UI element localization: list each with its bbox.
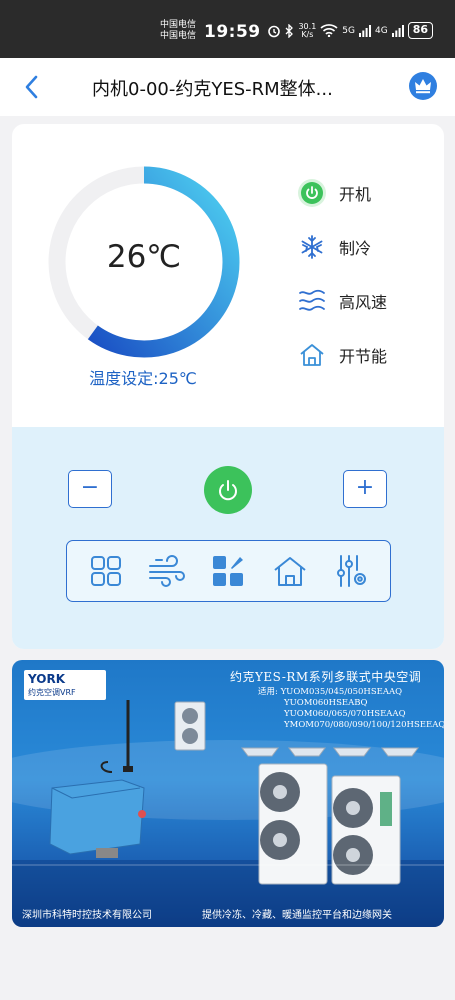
status-mode-label: 制冷	[339, 239, 372, 258]
back-button[interactable]	[22, 73, 42, 105]
chevron-left-icon	[25, 75, 38, 99]
banner-model-line: YUOM060HSEABQ	[284, 698, 368, 708]
net-speed: 30.1 K/s	[298, 22, 316, 39]
wifi-icon	[320, 24, 338, 37]
banner-company: 深圳市科特时控技术有限公司	[22, 910, 152, 921]
mode-button-home[interactable]	[270, 551, 310, 591]
signal-bars-icon-2	[391, 24, 404, 37]
wind-waves-icon	[297, 286, 327, 316]
status-bar: 中国电信 中国电信 19:59 30.1 K/s 5G 4G 86	[0, 0, 455, 58]
york-logo-name: YORK	[28, 672, 66, 686]
power-icon	[297, 178, 327, 208]
control-card: 26℃ 温度设定:25℃ 开机 制冷 高风速 开节能 − +	[12, 124, 444, 649]
promo-banner[interactable]: YORK 约克空调VRF 约克YES-RM系列多联式中央空调 适用: YUOM0…	[12, 660, 444, 927]
status-mode: 制冷	[297, 232, 371, 262]
net-speed-unit: K/s	[301, 29, 314, 39]
status-energy-label: 开节能	[339, 347, 388, 366]
signal-4g-label: 4G	[374, 25, 388, 36]
wind-icon	[149, 555, 186, 587]
mode-button-tiles[interactable]	[208, 551, 248, 591]
banner-model-line: 适用: YUOM035/045/050HSEAAQ	[258, 687, 403, 697]
banner-model-line: YUOM060/065/070HSEAAQ	[284, 709, 406, 719]
setpoint-label: 温度设定:25℃	[89, 369, 197, 388]
alarm-icon	[268, 25, 281, 37]
clock: 19:59	[204, 22, 261, 42]
increase-temp-button[interactable]: +	[343, 470, 387, 508]
status-power-label: 开机	[339, 185, 372, 204]
grid-icon	[90, 556, 121, 586]
banner-models: 适用: YUOM035/045/050HSEAAQ YUOM060HSEABQ …	[258, 687, 444, 731]
house-icon	[297, 340, 327, 370]
status-fan-label: 高风速	[339, 293, 388, 312]
status-fan: 高风速	[297, 286, 387, 316]
tiles-icon	[213, 556, 244, 586]
page-title: 内机0-00-约克YES-RM整体...	[92, 79, 333, 100]
mode-button-grid[interactable]	[86, 551, 126, 591]
app-header: 内机0-00-约克YES-RM整体...	[0, 58, 455, 116]
battery-indicator: 86	[407, 22, 433, 39]
snowflake-icon	[297, 232, 327, 262]
york-logo: YORK 约克空调VRF	[24, 670, 106, 700]
carrier-labels: 中国电信 中国电信	[160, 20, 196, 42]
crown-icon	[415, 79, 431, 94]
status-energy: 开节能	[297, 340, 387, 370]
banner-title: 约克YES-RM系列多联式中央空调	[230, 670, 422, 684]
signal-bars-icon	[358, 24, 371, 37]
carrier-1: 中国电信	[160, 20, 197, 30]
current-temperature: 26℃	[106, 239, 182, 275]
vip-crown-button[interactable]	[409, 72, 437, 100]
mode-button-wind[interactable]	[147, 551, 187, 591]
house-icon	[274, 557, 306, 586]
decrease-temp-button[interactable]: −	[68, 470, 112, 508]
mode-toolbar	[66, 540, 391, 602]
status-icons: 30.1 K/s 5G 4G 86	[267, 22, 433, 39]
banner-model-line: YMOM070/080/090/100/120HSEEAQ	[284, 720, 444, 730]
mode-button-settings[interactable]	[331, 551, 371, 591]
power-icon	[219, 480, 237, 501]
york-logo-sub: 约克空调VRF	[28, 688, 76, 697]
signal-5g-label: 5G	[342, 25, 355, 36]
sliders-icon	[337, 555, 367, 587]
bluetooth-icon	[286, 23, 294, 38]
control-panel	[12, 427, 444, 649]
carrier-2: 中国电信	[160, 31, 197, 41]
power-button[interactable]	[204, 466, 252, 514]
status-power: 开机	[297, 178, 371, 208]
banner-slogan: 提供冷冻、冷藏、暖通监控平台和边缘网关	[202, 910, 392, 921]
